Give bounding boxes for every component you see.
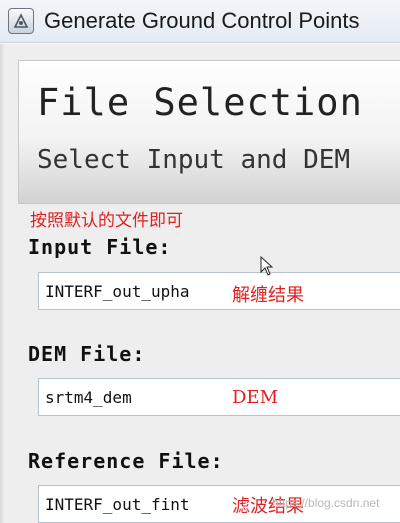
page-title: File Selection <box>37 81 363 124</box>
dem-file-value: srtm4_dem <box>45 388 132 407</box>
input-file-label: Input File: <box>28 235 172 259</box>
window-left-edge <box>0 44 6 523</box>
input-file-value: INTERF_out_upha <box>45 282 190 301</box>
title-bar[interactable]: Generate Ground Control Points <box>0 0 400 43</box>
reference-file-value: INTERF_out_fint <box>45 495 190 514</box>
annotation-default-files: 按照默认的文件即可 <box>30 211 183 231</box>
reference-file-label: Reference File: <box>28 449 224 473</box>
watermark: https://blog.csdn.net <box>272 496 380 510</box>
dem-file-field[interactable]: srtm4_dem <box>38 378 400 416</box>
page-subtitle: Select Input and DEM <box>37 145 351 175</box>
window-title: Generate Ground Control Points <box>44 8 360 33</box>
annotation-dem: DEM <box>232 387 279 408</box>
app-window-icon[interactable] <box>8 8 34 34</box>
annotation-input: 解缠结果 <box>232 285 304 306</box>
mouse-cursor-icon <box>260 255 274 280</box>
header-banner: File Selection Select Input and DEM <box>18 60 400 204</box>
dem-file-label: DEM File: <box>28 342 146 366</box>
input-file-field[interactable]: INTERF_out_upha <box>38 272 400 310</box>
